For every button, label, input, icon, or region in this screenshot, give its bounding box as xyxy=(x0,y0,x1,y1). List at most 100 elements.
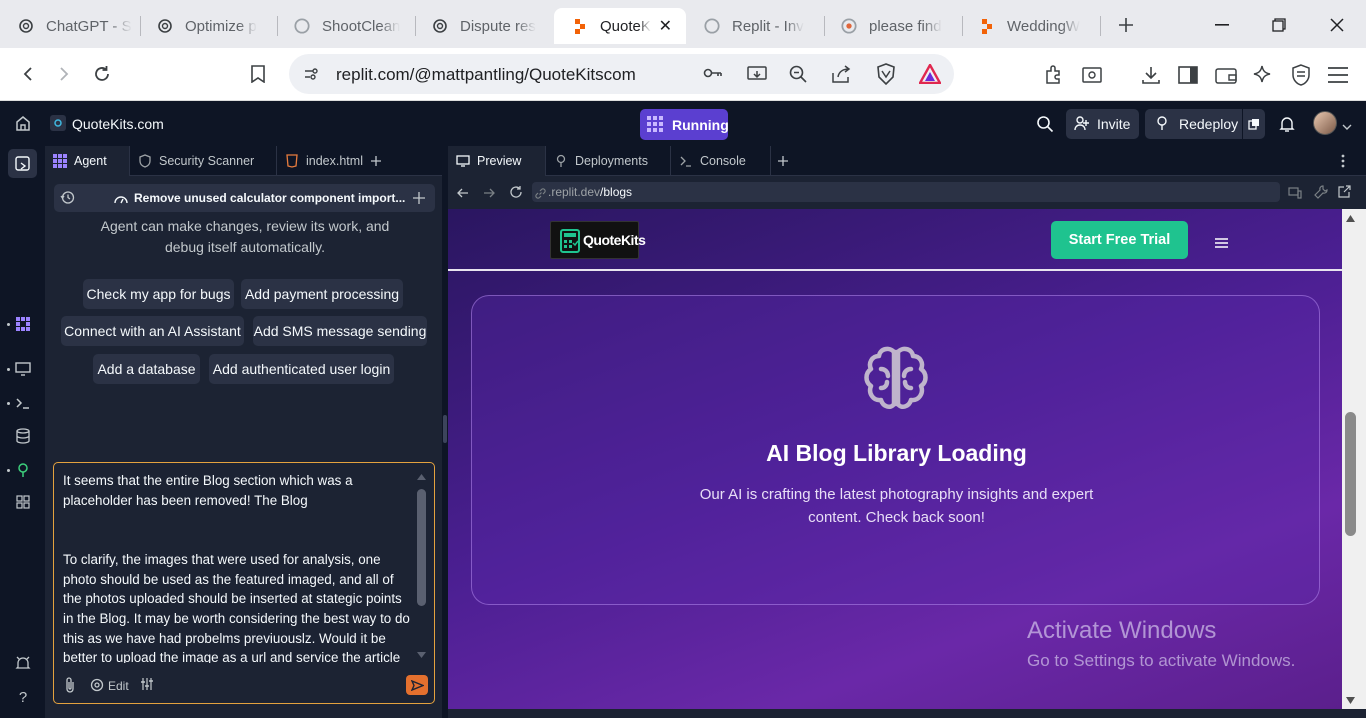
suggestion-check-bugs[interactable]: Check my app for bugs xyxy=(83,279,234,309)
run-button[interactable]: Running xyxy=(640,109,729,140)
devtools-icon[interactable] xyxy=(1314,185,1328,204)
notifications-icon[interactable] xyxy=(1279,115,1295,138)
scrollbar-thumb[interactable] xyxy=(1345,412,1356,536)
tab-preview[interactable]: Preview xyxy=(448,146,546,176)
attach-icon[interactable] xyxy=(64,677,76,698)
deployment-menu-button[interactable] xyxy=(1243,109,1265,139)
suggestion-auth-login[interactable]: Add authenticated user login xyxy=(209,354,394,384)
message-scrollbar[interactable] xyxy=(415,470,427,665)
brave-shields-icon[interactable] xyxy=(876,63,896,90)
tab-index-html[interactable]: index.html xyxy=(277,146,366,176)
key-icon[interactable] xyxy=(703,65,723,86)
send-button[interactable] xyxy=(406,675,428,695)
share-icon[interactable] xyxy=(831,65,851,88)
agent-message-input[interactable]: It seems that the entire Blog section wh… xyxy=(53,462,435,704)
window-close-button[interactable] xyxy=(1314,8,1360,42)
suggestion-database[interactable]: Add a database xyxy=(93,354,200,384)
new-tab-button[interactable] xyxy=(1103,8,1149,42)
suggestion-ai-assistant[interactable]: Connect with an AI Assistant xyxy=(61,316,244,346)
browser-tab[interactable]: WeddingW xyxy=(961,8,1099,44)
bookmark-icon[interactable] xyxy=(244,60,272,88)
project-name[interactable]: QuoteKits.com xyxy=(72,116,164,132)
avatar[interactable] xyxy=(1313,111,1337,135)
sidebar-icon[interactable] xyxy=(1175,62,1201,88)
preview-icon[interactable] xyxy=(12,358,34,380)
chat-history-bar[interactable]: Remove unused calculator component impor… xyxy=(54,184,435,212)
preview-viewport: QuoteKits Start Free Trial AI Blog Libra… xyxy=(448,209,1342,709)
forward-button[interactable] xyxy=(50,60,78,88)
panel-resize-handle[interactable] xyxy=(443,415,447,443)
left-panel-tabs: Agent Security Scanner index.html xyxy=(45,146,442,176)
site-settings-icon[interactable] xyxy=(303,66,319,87)
new-tab-button[interactable] xyxy=(778,146,798,176)
device-preview-icon[interactable] xyxy=(1288,186,1302,204)
start-free-trial-button[interactable]: Start Free Trial xyxy=(1051,221,1188,259)
redeploy-button[interactable]: Redeploy xyxy=(1145,109,1242,139)
tab-deployments[interactable]: Deployments xyxy=(546,146,671,176)
preview-forward-icon[interactable] xyxy=(483,186,495,204)
open-new-tab-icon[interactable] xyxy=(1338,185,1351,203)
browser-tab[interactable]: ChatGPT - S xyxy=(0,8,138,44)
browser-tab[interactable]: please find xyxy=(823,8,961,44)
tab-security-scanner[interactable]: Security Scanner xyxy=(130,146,277,176)
address-bar[interactable]: replit.com/@mattpantling/QuoteKitscom xyxy=(289,54,954,94)
browser-tab[interactable]: Dispute res xyxy=(414,8,552,44)
browser-tab[interactable]: Replit - Inv xyxy=(686,8,824,44)
suggestion-sms[interactable]: Add SMS message sending xyxy=(253,316,427,346)
menu-icon[interactable] xyxy=(1325,62,1351,88)
site-logo[interactable]: QuoteKits xyxy=(550,221,646,259)
search-icon[interactable] xyxy=(1036,115,1054,138)
wallet-icon[interactable] xyxy=(1213,62,1239,88)
files-icon[interactable] xyxy=(8,149,37,178)
database-icon[interactable] xyxy=(12,425,34,447)
message-text[interactable]: It seems that the entire Blog section wh… xyxy=(63,471,411,663)
browser-tab-strip: ChatGPT - S Optimize p ShootClean Disput… xyxy=(0,0,1366,48)
restore-button[interactable] xyxy=(1256,8,1302,42)
more-options-icon[interactable] xyxy=(1341,154,1345,173)
brave-rewards-icon[interactable] xyxy=(917,62,943,89)
edit-label[interactable]: Edit xyxy=(108,679,129,693)
hamburger-menu-icon[interactable] xyxy=(1215,235,1228,248)
invite-button[interactable]: Invite xyxy=(1066,109,1139,139)
link-icon xyxy=(535,186,546,204)
vpn-icon[interactable] xyxy=(1288,62,1314,88)
agent-icon[interactable] xyxy=(12,313,34,335)
openai-icon xyxy=(157,18,173,34)
leo-ai-icon[interactable] xyxy=(1250,62,1276,88)
close-tab-icon[interactable]: ✕ xyxy=(659,16,672,36)
reload-button[interactable] xyxy=(88,60,116,88)
console-icon[interactable] xyxy=(12,392,34,414)
new-chat-icon[interactable] xyxy=(413,191,425,209)
suggestion-payment[interactable]: Add payment processing xyxy=(241,279,403,309)
browser-tab[interactable]: ShootClean xyxy=(276,8,414,44)
preview-reload-icon[interactable] xyxy=(509,185,523,204)
new-tab-button[interactable] xyxy=(371,146,393,176)
tab-agent[interactable]: Agent xyxy=(45,146,130,176)
preview-scrollbar[interactable] xyxy=(1342,209,1366,709)
install-app-icon[interactable] xyxy=(747,65,767,88)
edit-settings-icon[interactable] xyxy=(90,678,104,697)
agent-description: Agent can make changes, review its work,… xyxy=(100,218,390,255)
reader-mode-icon[interactable] xyxy=(1079,62,1105,88)
downloads-icon[interactable] xyxy=(1138,62,1164,88)
zoom-out-icon[interactable] xyxy=(789,65,807,88)
openai-icon xyxy=(18,18,34,34)
help-icon[interactable]: ? xyxy=(12,686,34,708)
preview-url-field[interactable]: .replit.dev/blogs xyxy=(532,182,1280,202)
browser-tab-active[interactable]: QuoteK ✕ xyxy=(554,8,686,44)
all-tools-icon[interactable] xyxy=(12,491,34,513)
history-icon[interactable] xyxy=(60,190,75,210)
scrollbar-thumb[interactable] xyxy=(417,489,426,606)
deployments-icon[interactable] xyxy=(12,459,34,481)
browser-tab[interactable]: Optimize p xyxy=(139,8,277,44)
sliders-icon[interactable] xyxy=(140,677,154,696)
tab-console[interactable]: Console xyxy=(671,146,771,176)
alerts-icon[interactable] xyxy=(12,652,34,674)
calculator-icon xyxy=(560,229,580,258)
home-icon[interactable] xyxy=(9,109,37,137)
minimize-button[interactable] xyxy=(1199,8,1245,42)
back-button[interactable] xyxy=(14,60,42,88)
chevron-down-icon[interactable] xyxy=(1342,118,1352,136)
preview-back-icon[interactable] xyxy=(457,186,469,204)
extensions-icon[interactable] xyxy=(1041,62,1067,88)
